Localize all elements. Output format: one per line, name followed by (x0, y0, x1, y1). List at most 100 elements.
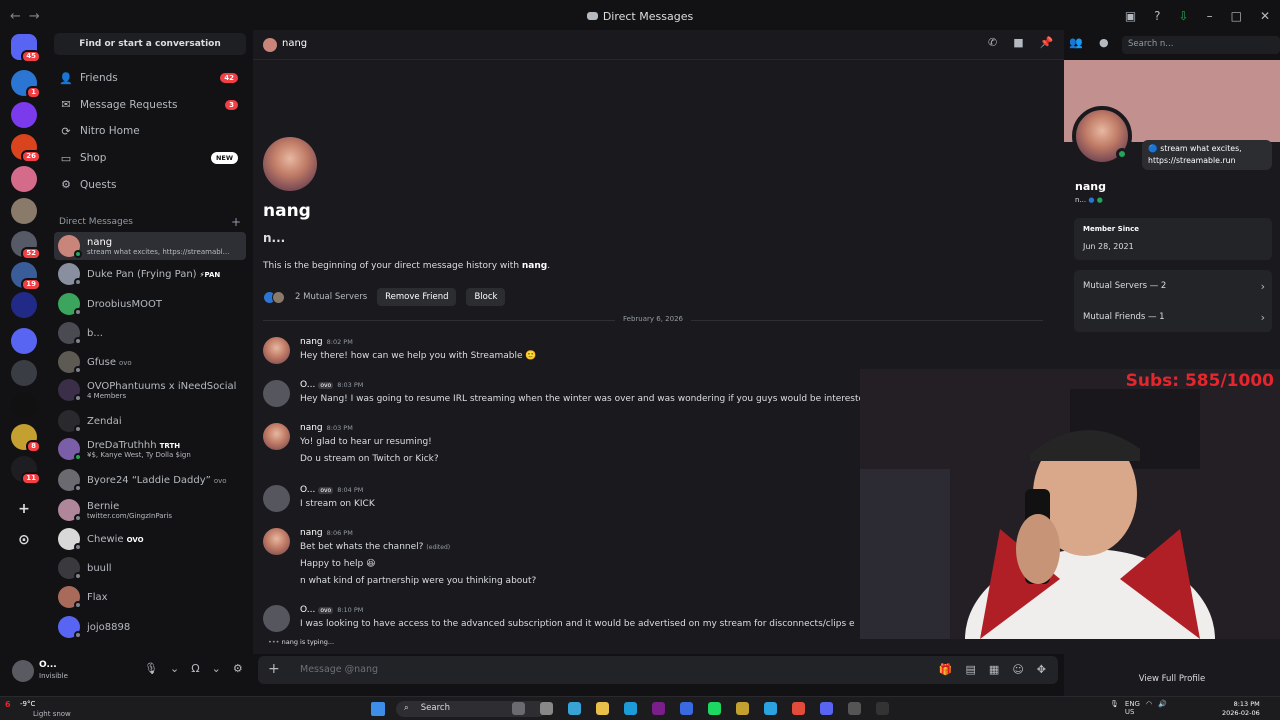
avatar[interactable] (12, 660, 34, 682)
dm-item[interactable]: Chewie OVO (54, 525, 246, 553)
volume-icon[interactable]: 🔊 (1158, 700, 1167, 716)
clock[interactable]: 8:13 PM 2026-02-06 (1222, 700, 1260, 718)
avatar[interactable] (263, 605, 290, 632)
message-author[interactable]: nang (300, 528, 323, 538)
apps-icon[interactable]: ✥ (1037, 663, 1046, 676)
server-icon[interactable]: 26 (11, 134, 41, 163)
message-author[interactable]: nang (300, 423, 323, 433)
find-conversation-button[interactable]: Find or start a conversation (54, 33, 246, 55)
avatar[interactable] (263, 337, 290, 364)
video-icon[interactable]: ■ (1013, 36, 1023, 49)
message-author[interactable]: nang (300, 337, 323, 347)
server-icon[interactable] (11, 102, 37, 128)
block-button[interactable]: Block (466, 288, 506, 306)
server-icon[interactable] (11, 292, 37, 318)
gift-icon[interactable]: 🎁 (939, 663, 953, 676)
discover-icon[interactable]: ⊙ (11, 527, 37, 553)
server-icon[interactable]: 1 (11, 70, 41, 99)
view-full-profile-button[interactable]: View Full Profile (1064, 674, 1280, 684)
message-input[interactable]: Message @nang (300, 664, 378, 675)
message-author[interactable]: O... (300, 485, 315, 495)
spotify-icon[interactable] (708, 702, 721, 715)
home-server-icon[interactable]: 45 (11, 34, 41, 63)
copilot-icon[interactable] (568, 702, 581, 715)
nav-item-quests[interactable]: ⚙ Quests (54, 173, 246, 197)
mutual-servers-row[interactable]: Mutual Servers — 2 › (1083, 280, 1267, 293)
search-input[interactable]: Search n... (1122, 36, 1280, 54)
close-icon[interactable]: ✕ (1260, 9, 1270, 23)
chevron-down-icon[interactable]: ⌄ (212, 662, 221, 675)
message-author[interactable]: O... (300, 380, 315, 390)
sticker-icon[interactable]: ▦ (989, 663, 999, 676)
download-icon[interactable]: ⇩ (1179, 9, 1189, 23)
nav-item-message-requests[interactable]: ✉ Message Requests 3 (54, 93, 246, 117)
folder-icon[interactable] (596, 702, 609, 715)
add-server-icon[interactable]: + (11, 496, 37, 522)
language[interactable]: ENG US (1125, 700, 1140, 716)
inbox-icon[interactable]: ▣ (1125, 9, 1136, 23)
start-icon[interactable] (371, 702, 385, 716)
gif-icon[interactable]: ▤ (966, 663, 976, 676)
nav-item-shop[interactable]: ▭ Shop NEW (54, 146, 246, 170)
phone-icon[interactable]: ✆ (988, 36, 997, 49)
dm-item[interactable]: Zendai (54, 407, 246, 435)
chrome-icon[interactable] (792, 702, 805, 715)
headphones-icon[interactable]: Ω (191, 662, 199, 675)
server-icon[interactable] (11, 166, 37, 192)
help-icon[interactable]: ? (1154, 9, 1160, 23)
dm-item[interactable]: Gfuse ovo (54, 348, 246, 376)
dm-item[interactable]: nang stream what excites, https://streama… (54, 232, 246, 260)
dm-item[interactable]: buull (54, 554, 246, 582)
taskview-icon[interactable] (512, 702, 525, 715)
dm-item[interactable]: Duke Pan (Frying Pan) ⚡PAN (54, 260, 246, 288)
minimize-icon[interactable]: – (1207, 9, 1213, 23)
server-icon[interactable]: 52 (11, 231, 41, 260)
dm-item[interactable]: jojo8898 (54, 613, 246, 641)
avatar[interactable] (263, 38, 277, 52)
avatar[interactable] (1072, 106, 1132, 166)
pin-icon[interactable]: 📌 (1040, 36, 1054, 49)
server-icon[interactable] (11, 392, 37, 418)
dm-item[interactable]: OVOPhantuums x iNeedSocial 4 Members (54, 376, 246, 404)
dm-item[interactable]: Byore24 “Laddie Daddy” ovo (54, 466, 246, 494)
create-dm-icon[interactable]: + (231, 215, 241, 229)
avatar[interactable] (263, 528, 290, 555)
wifi-icon[interactable]: ◠ (1146, 700, 1152, 716)
dm-item[interactable]: b... (54, 319, 246, 347)
attach-icon[interactable]: + (268, 661, 280, 677)
app-icon[interactable] (680, 702, 693, 715)
message-composer[interactable]: + Message @nang 🎁 ▤ ▦ ☺ ✥ (258, 656, 1058, 684)
dm-item[interactable]: Flax (54, 583, 246, 611)
profile-icon[interactable]: ● (1099, 36, 1109, 49)
dm-item[interactable]: Bernie twitter.com/GingzInParis (54, 496, 246, 524)
server-icon[interactable]: 8 (11, 424, 41, 453)
message-author[interactable]: O... (300, 605, 315, 615)
avatar[interactable] (263, 380, 290, 407)
obs-icon[interactable] (876, 702, 889, 715)
mic-icon[interactable]: 🎙 (1110, 700, 1119, 716)
mutual-friends-row[interactable]: Mutual Friends — 1 › (1083, 311, 1267, 324)
mutual-servers-link[interactable]: 2 Mutual Servers (295, 292, 367, 302)
app-icon[interactable] (736, 702, 749, 715)
app-icon[interactable] (652, 702, 665, 715)
nav-item-nitro-home[interactable]: ⟳ Nitro Home (54, 119, 246, 143)
emoji-icon[interactable]: ☺ (1012, 663, 1023, 676)
microphone-icon[interactable]: 🎙 (144, 662, 158, 675)
nav-item-friends[interactable]: 👤 Friends 42 (54, 66, 246, 90)
edge-icon[interactable] (624, 702, 637, 715)
chevron-down-icon[interactable]: ⌄ (170, 662, 179, 675)
discord-icon[interactable] (820, 702, 833, 715)
widgets-icon[interactable] (540, 702, 553, 715)
server-icon[interactable]: 19 (11, 262, 41, 291)
add-friends-icon[interactable]: 👥 (1069, 36, 1083, 49)
avatar[interactable] (263, 137, 317, 191)
gear-icon[interactable]: ⚙ (233, 662, 243, 675)
server-icon[interactable] (11, 360, 37, 386)
server-icon[interactable] (11, 328, 37, 354)
dm-item[interactable]: DreDaTruthhh TRTH ¥$, Kanye West, Ty Dolla… (54, 435, 246, 463)
dm-item[interactable]: DroobiusMOOT (54, 290, 246, 318)
avatar[interactable] (263, 423, 290, 450)
app-icon[interactable] (848, 702, 861, 715)
server-icon[interactable] (11, 198, 37, 224)
server-icon[interactable]: 11 (11, 456, 41, 485)
